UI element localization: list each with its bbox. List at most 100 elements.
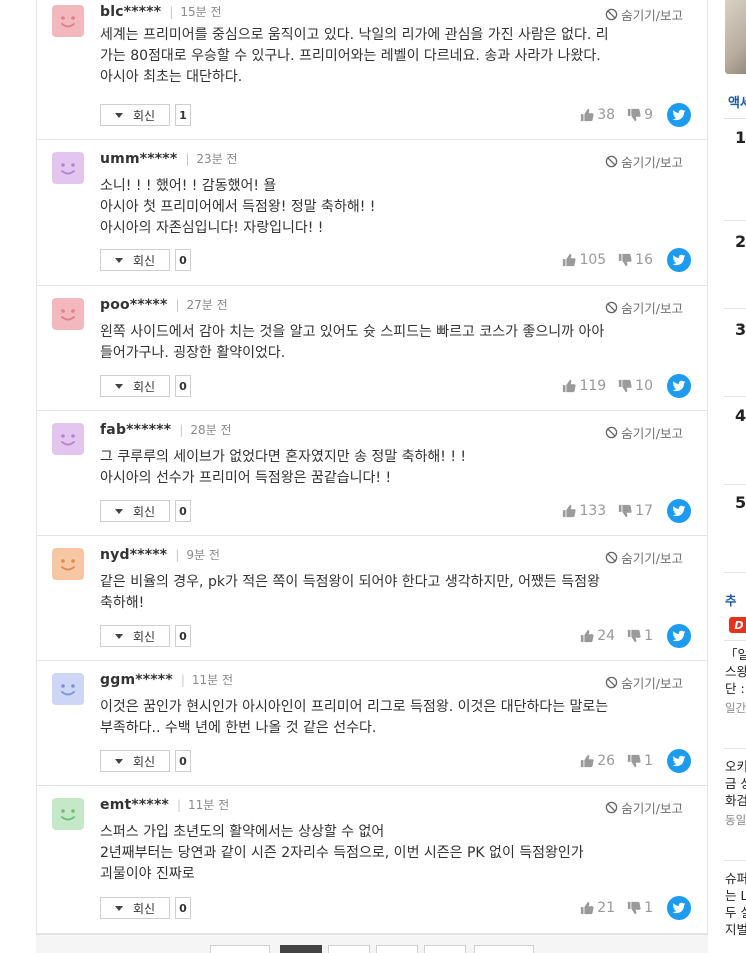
twitter-share-button[interactable] bbox=[667, 374, 691, 398]
comment-username[interactable]: poo***** bbox=[100, 297, 167, 313]
comment-body: 그 쿠루루의 세이브가 없었다면 혼자였지만 송 정말 축하해! ! ! 아시아의… bbox=[100, 447, 689, 489]
comment-username[interactable]: nyd***** bbox=[100, 547, 167, 563]
reply-button[interactable]: 회신 bbox=[100, 750, 170, 772]
rank-number[interactable]: 5 bbox=[735, 493, 746, 512]
page-next-button[interactable] bbox=[474, 945, 534, 953]
page-prev-button[interactable] bbox=[210, 945, 270, 953]
rank-number[interactable]: 3 bbox=[735, 320, 746, 339]
avatar bbox=[52, 5, 84, 37]
reply-button[interactable]: 회신 bbox=[100, 625, 170, 647]
comment-username[interactable]: umm***** bbox=[100, 151, 177, 167]
hide-report-button[interactable]: 숨기기/보고 bbox=[605, 798, 683, 817]
reply-button[interactable]: 회신 bbox=[100, 500, 170, 522]
like-button[interactable]: 24 bbox=[580, 628, 615, 644]
like-button[interactable]: 26 bbox=[580, 753, 615, 769]
hide-report-button[interactable]: 숨기기/보고 bbox=[605, 152, 683, 171]
hide-report-label: 숨기기/보고 bbox=[621, 551, 683, 566]
reply-button[interactable]: 회신 bbox=[100, 249, 170, 271]
chevron-down-icon bbox=[114, 905, 123, 911]
page-button[interactable] bbox=[376, 945, 418, 953]
reply-button[interactable]: 회신 bbox=[100, 897, 170, 919]
comment-text-line: 이것은 꿈인가 현시인가 아시아인이 프리미어 리그로 득점왕. 이것은 대단하… bbox=[100, 699, 609, 715]
hide-report-button[interactable]: 숨기기/보고 bbox=[605, 423, 683, 442]
vote-group: 105 16 bbox=[550, 247, 691, 273]
avatar bbox=[52, 673, 84, 705]
hide-report-label: 숨기기/보고 bbox=[621, 801, 683, 816]
article-line[interactable]: 는 L bbox=[725, 887, 746, 904]
twitter-share-button[interactable] bbox=[667, 624, 691, 648]
comment-text-line: 그 쿠루루의 세이브가 없었다면 혼자였지만 송 정말 축하해! ! ! bbox=[100, 449, 467, 465]
comment-username[interactable]: emt***** bbox=[100, 797, 169, 813]
like-count: 133 bbox=[579, 503, 607, 519]
dislike-button[interactable]: 17 bbox=[618, 503, 653, 519]
comment-item: nyd***** | 9분 전 숨기기/보고 같은 비율의 경우, pk가 적은 쪽이 … bbox=[37, 536, 707, 661]
article-line[interactable]: 스왕 bbox=[725, 663, 746, 680]
dislike-button[interactable]: 1 bbox=[627, 753, 653, 769]
rank-number[interactable]: 2 bbox=[735, 232, 746, 251]
hide-icon bbox=[605, 155, 618, 168]
separator: | bbox=[169, 5, 174, 19]
comment-text-line: 축하해! bbox=[100, 595, 145, 611]
twitter-share-button[interactable] bbox=[667, 896, 691, 920]
comment-header: fab****** | 28분 전 bbox=[100, 421, 232, 440]
dislike-count: 9 bbox=[644, 107, 653, 123]
like-button[interactable]: 133 bbox=[562, 503, 606, 519]
divider bbox=[724, 484, 746, 485]
hide-report-button[interactable]: 숨기기/보고 bbox=[605, 298, 683, 317]
comment-username[interactable]: ggm***** bbox=[100, 672, 173, 688]
comment-body: 세계는 프리미어를 중심으로 움직이고 있다. 낙일의 리가에 관심을 가진 사… bbox=[100, 25, 689, 88]
dislike-count: 1 bbox=[644, 628, 653, 644]
page-button[interactable] bbox=[328, 945, 370, 953]
thumbs-up-icon bbox=[562, 504, 577, 518]
twitter-share-button[interactable] bbox=[667, 499, 691, 523]
vote-group: 133 17 bbox=[550, 498, 691, 524]
divider bbox=[724, 308, 746, 309]
page-button-current[interactable] bbox=[280, 945, 322, 953]
article-line[interactable]: 「일 bbox=[725, 646, 746, 663]
article-line[interactable]: 금 상 bbox=[725, 775, 746, 792]
comment-text-line: 왼쪽 사이드에서 감아 치는 것을 알고 있어도 슛 스피드는 빠르고 코스가 … bbox=[100, 324, 605, 340]
hide-icon bbox=[605, 301, 618, 314]
avatar bbox=[52, 152, 84, 184]
article-line[interactable]: 두 실 bbox=[725, 904, 746, 921]
article-thumbnail[interactable] bbox=[725, 0, 746, 74]
article-line[interactable]: 지벌 bbox=[725, 921, 746, 938]
comment-header: umm***** | 23분 전 bbox=[100, 150, 238, 169]
twitter-icon bbox=[672, 754, 686, 768]
dislike-button[interactable]: 1 bbox=[627, 900, 653, 916]
article-line[interactable]: 오키 bbox=[725, 758, 746, 775]
hide-report-button[interactable]: 숨기기/보고 bbox=[605, 673, 683, 692]
article-line[interactable]: 단 : bbox=[725, 680, 745, 697]
dislike-button[interactable]: 1 bbox=[627, 628, 653, 644]
like-button[interactable]: 105 bbox=[562, 252, 606, 268]
like-button[interactable]: 21 bbox=[580, 900, 615, 916]
article-source: 동일 bbox=[725, 813, 746, 827]
like-button[interactable]: 38 bbox=[580, 107, 615, 123]
dislike-count: 17 bbox=[635, 503, 653, 519]
dislike-button[interactable]: 16 bbox=[618, 252, 653, 268]
dislike-button[interactable]: 10 bbox=[618, 378, 653, 394]
page-button[interactable] bbox=[424, 945, 466, 953]
comment-username[interactable]: blc***** bbox=[100, 4, 161, 20]
divider bbox=[724, 396, 746, 397]
twitter-share-button[interactable] bbox=[667, 103, 691, 127]
like-button[interactable]: 119 bbox=[562, 378, 606, 394]
vote-group: 24 1 bbox=[568, 623, 691, 649]
hide-report-button[interactable]: 숨기기/보고 bbox=[605, 548, 683, 567]
chevron-down-icon bbox=[114, 758, 123, 764]
comment-username[interactable]: fab****** bbox=[100, 422, 171, 438]
reply-button[interactable]: 회신 bbox=[100, 375, 170, 397]
hide-report-button[interactable]: 숨기기/보고 bbox=[605, 5, 683, 24]
twitter-icon bbox=[672, 504, 686, 518]
dislike-button[interactable]: 9 bbox=[627, 107, 653, 123]
rank-number[interactable]: 1 bbox=[735, 128, 746, 147]
vote-group: 38 9 bbox=[568, 102, 691, 128]
hide-report-label: 숨기기/보고 bbox=[621, 8, 683, 23]
article-line[interactable]: 화검 bbox=[725, 792, 746, 809]
ranking-title: 액세 bbox=[728, 96, 746, 111]
rank-number[interactable]: 4 bbox=[735, 406, 746, 425]
twitter-share-button[interactable] bbox=[667, 248, 691, 272]
article-line[interactable]: 슈퍼 bbox=[725, 870, 746, 887]
twitter-share-button[interactable] bbox=[667, 749, 691, 773]
reply-button[interactable]: 회신 bbox=[100, 104, 170, 126]
